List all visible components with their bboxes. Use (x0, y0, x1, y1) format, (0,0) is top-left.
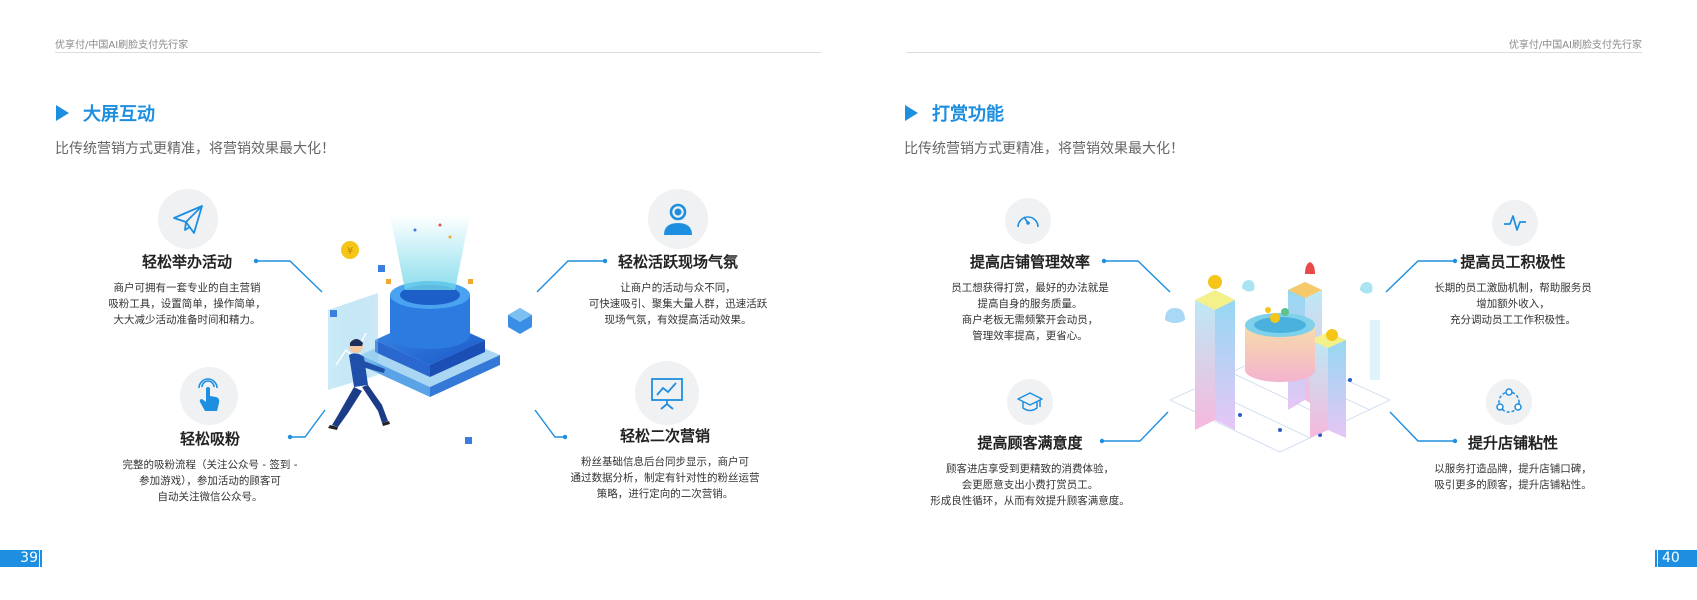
feature-line: 通过数据分析，制定有针对性的粉丝运营 (570, 472, 760, 484)
feature-store-efficiency: 提高店铺管理效率 员工想获得打赏，最好的办法就是 提高自身的服务质量。 商户老板… (935, 251, 1125, 344)
feature-title: 提高员工积极性 (1460, 253, 1566, 271)
right-section-title: 打赏功能 (905, 100, 1004, 126)
graduation-cap-icon (1007, 379, 1053, 425)
feature-line: 增加额外收入， (1476, 298, 1550, 310)
feature-line: 大大减少活动准备时间和精力。 (113, 314, 261, 326)
feature-line: 现场气氛，有效提高活动效果。 (604, 314, 752, 326)
interactive-screen-illustration: ¥ (328, 215, 532, 444)
connection-nodes-icon (1486, 379, 1532, 425)
presentation-chart-icon (635, 361, 699, 425)
left-section-subtitle: 比传统营销方式更精准，将营销效果最大化！ (55, 141, 335, 157)
feature-store-stickiness: 提升店铺粘性 以服务打造品牌，提升店铺口碑， 吸引更多的顾客，提升店铺粘性。 (1418, 432, 1608, 493)
touch-hand-icon (180, 367, 238, 425)
triangle-marker-icon (56, 105, 69, 121)
feature-line: 员工想获得打赏，最好的办法就是 (951, 282, 1109, 294)
feature-line: 吸引更多的顾客，提升店铺粘性。 (1434, 479, 1592, 491)
pulse-icon (1492, 200, 1538, 246)
tipping-city-illustration (1165, 262, 1391, 453)
feature-line: 形成良性循环，从而有效提升顾客满意度。 (930, 495, 1130, 507)
feature-title: 轻松举办活动 (141, 253, 232, 271)
feature-title: 轻松二次营销 (619, 427, 710, 445)
triangle-marker-icon (905, 105, 918, 121)
feature-staff-motivation: 提高员工积极性 长期的员工激励机制，帮助服务员 增加额外收入， 充分调动员工工作… (1418, 251, 1608, 328)
page-number-left: 39 (0, 550, 42, 567)
svg-text:¥: ¥ (347, 246, 353, 257)
right-section-subtitle: 比传统营销方式更精准，将营销效果最大化！ (904, 141, 1184, 157)
feature-line: 长期的员工激励机制，帮助服务员 (1434, 282, 1592, 294)
paper-plane-icon (158, 189, 218, 249)
feature-easy-event: 轻松举办活动 商户可拥有一套专业的自主营销 吸粉工具，设置简单，操作简单， 大大… (102, 251, 272, 328)
feature-line: 参加游戏），参加活动的顾客可 (139, 475, 281, 487)
left-section-title-text: 大屏互动 (83, 104, 155, 125)
page-number-left-bar (40, 550, 42, 567)
feature-customer-satisfaction: 提高顾客满意度 顾客进店享受到更精致的消费体验， 会更愿意支出小费打赏员工。 形… (925, 432, 1135, 509)
feature-line: 吸粉工具，设置简单，操作简单， (108, 298, 266, 310)
feature-title: 提高店铺管理效率 (969, 253, 1090, 271)
feature-line: 会更愿意支出小费打赏员工。 (961, 479, 1099, 491)
feature-line: 粉丝基础信息后台同步显示，商户可 (581, 456, 749, 468)
feature-line: 管理效率提高，更省心。 (972, 330, 1088, 342)
feature-line: 策略，进行定向的二次营销。 (596, 488, 734, 500)
feature-title: 提升店铺粘性 (1467, 434, 1558, 452)
feature-title: 轻松吸粉 (179, 430, 240, 448)
page-number-right-bar (1655, 550, 1657, 567)
feature-line: 可快速吸引、聚集大量人群，迅速活跃 (588, 298, 768, 310)
right-section-title-text: 打赏功能 (932, 104, 1004, 125)
feature-secondary-marketing: 轻松二次营销 粉丝基础信息后台同步显示，商户可 通过数据分析，制定有针对性的粉丝… (565, 425, 765, 502)
left-section-title: 大屏互动 (56, 100, 155, 126)
feature-easy-fans: 轻松吸粉 完整的吸粉流程（关注公众号 - 签到 - 参加游戏），参加活动的顾客可… (110, 428, 310, 505)
feature-line: 以服务打造品牌，提升店铺口碑， (1434, 463, 1592, 475)
user-icon (648, 189, 708, 249)
feature-line: 商户可拥有一套专业的自主营销 (113, 282, 261, 294)
feature-line: 自动关注微信公众号。 (157, 491, 263, 503)
feature-line: 让商户的活动与众不同， (620, 282, 736, 294)
feature-line: 商户老板无需频繁开会动员， (961, 314, 1099, 326)
feature-line: 充分调动员工工作积极性。 (1450, 314, 1576, 326)
feature-title: 轻松活跃现场气氛 (617, 253, 738, 271)
feature-line: 顾客进店享受到更精致的消费体验， (946, 463, 1114, 475)
page-number-right: 40 (1658, 550, 1697, 567)
feature-liven-atmosphere: 轻松活跃现场气氛 让商户的活动与众不同， 可快速吸引、聚集大量人群，迅速活跃 现… (578, 251, 778, 328)
feature-line: 完整的吸粉流程（关注公众号 - 签到 - (122, 459, 298, 471)
feature-line: 提高自身的服务质量。 (977, 298, 1083, 310)
feature-title: 提高顾客满意度 (977, 434, 1083, 452)
speedometer-icon (1005, 198, 1051, 244)
